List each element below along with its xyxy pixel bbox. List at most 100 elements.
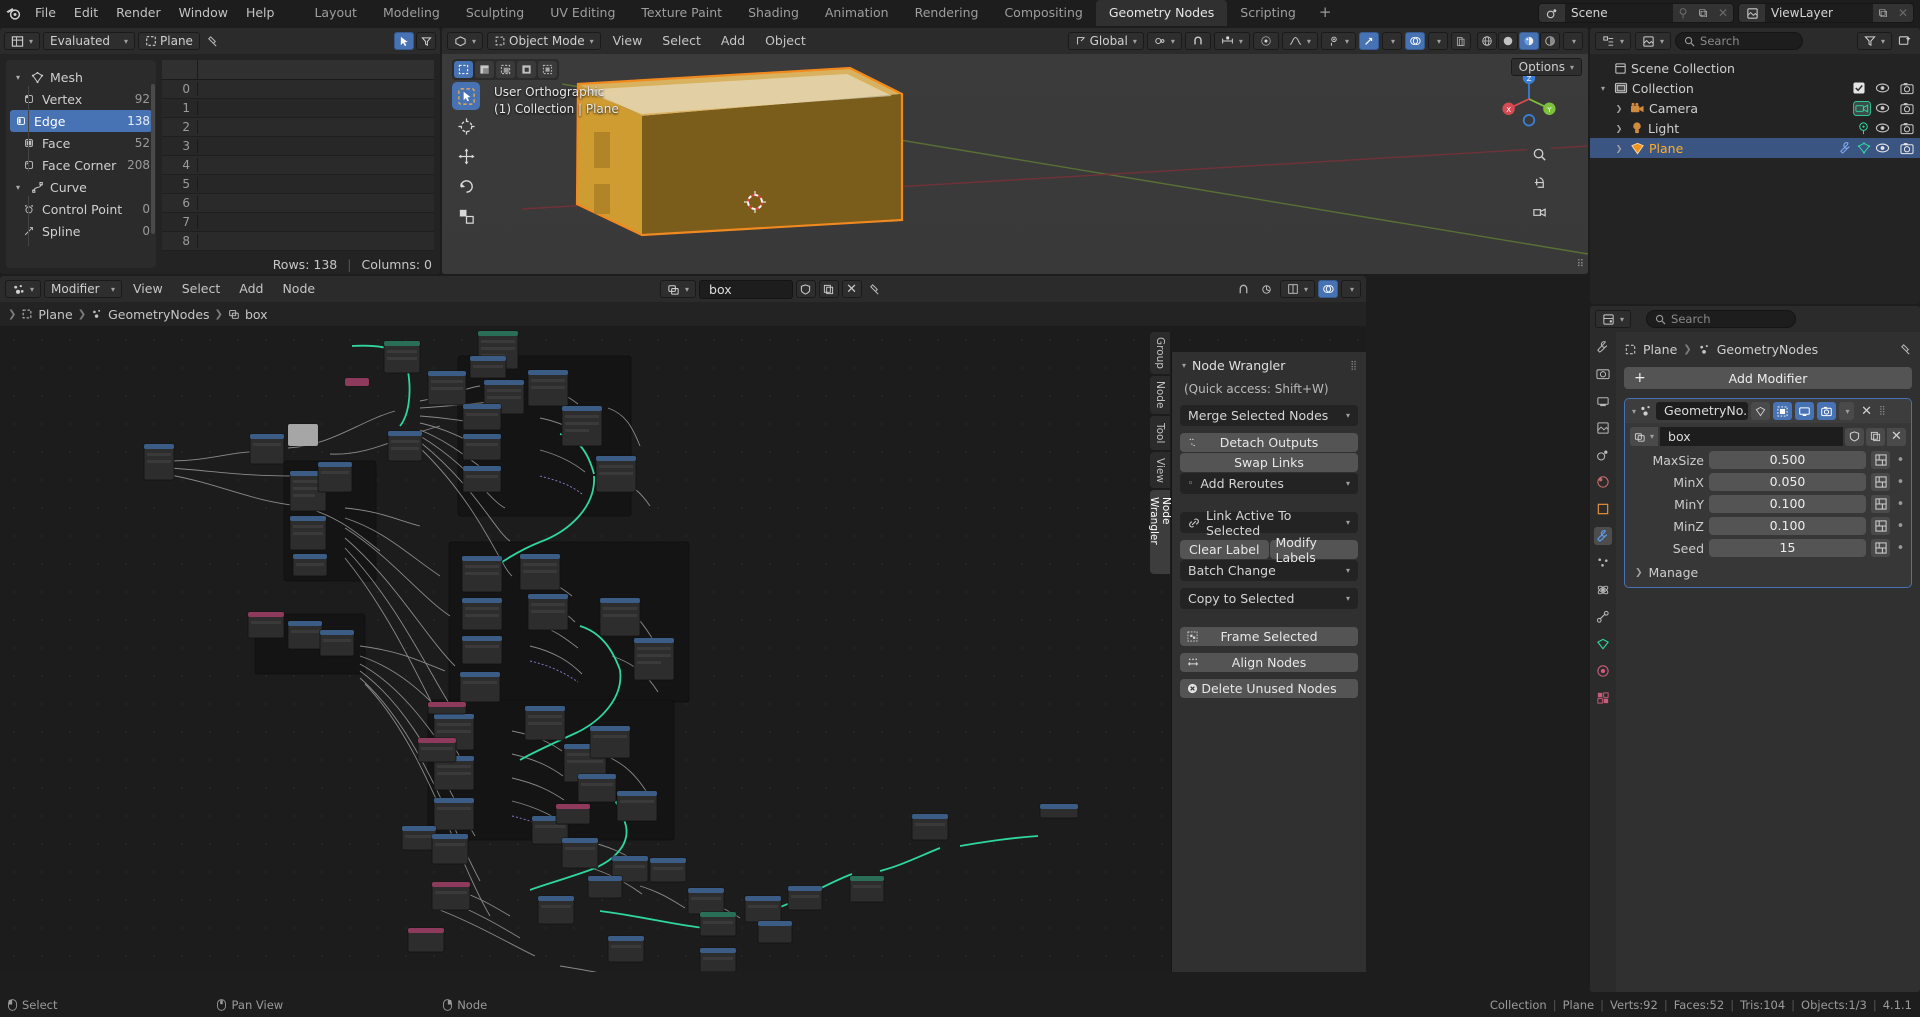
scene-delete-icon[interactable]: ✕ (1713, 4, 1733, 22)
table-row[interactable]: 8 (162, 232, 434, 251)
camera-render-icon[interactable] (1900, 142, 1914, 155)
overlays-icon[interactable] (1317, 280, 1338, 298)
add-reroutes-dropdown[interactable]: ◦ Add Reroutes ▾ (1180, 473, 1358, 494)
checkbox[interactable] (1853, 82, 1865, 94)
table-row[interactable]: 4 (162, 156, 434, 175)
scene-pin-icon[interactable]: ⚲ (1673, 4, 1693, 22)
viewlayer-selector[interactable]: ViewLayer ⧉ ✕ (1738, 3, 1914, 23)
cursor-tool[interactable] (452, 112, 480, 140)
viewport-menu-add[interactable]: Add (713, 31, 753, 51)
geometry-nodes-editor-icon[interactable]: ▾ (5, 280, 42, 298)
add-workspace-button[interactable]: + (1309, 0, 1342, 26)
filter-icon[interactable]: ▾ (1856, 32, 1892, 50)
menu-edit[interactable]: Edit (65, 0, 107, 26)
workspace-tab-scripting[interactable]: Scripting (1227, 0, 1309, 26)
camera-render-icon[interactable] (1900, 82, 1914, 95)
chevron-right-icon[interactable]: ❯ (1612, 124, 1626, 133)
fake-user-icon[interactable] (1845, 427, 1864, 446)
world-tab[interactable] (1594, 473, 1612, 491)
spreadsheet-grid[interactable]: 0 1 2 3 4 5 6 7 8 (162, 60, 434, 268)
workspace-tab-sculpting[interactable]: Sculpting (453, 0, 537, 26)
dataset-row-mesh[interactable]: ▾ Mesh (6, 66, 156, 88)
eye-icon[interactable] (1875, 122, 1890, 134)
animate-property-icon[interactable]: • (1895, 519, 1906, 534)
render-tab[interactable] (1594, 365, 1612, 383)
unlink-icon[interactable]: ✕ (841, 280, 862, 298)
node-menu-add[interactable]: Add (231, 279, 271, 299)
navigation-gizmo[interactable]: Z Y X (1498, 68, 1560, 130)
workspace-tab-texture-paint[interactable]: Texture Paint (628, 0, 735, 26)
eye-icon[interactable] (1875, 102, 1890, 114)
workspace-tab-animation[interactable]: Animation (812, 0, 902, 26)
workspace-tab-modeling[interactable]: Modeling (370, 0, 453, 26)
node-menu-view[interactable]: View (125, 279, 171, 299)
menu-file[interactable]: File (26, 0, 65, 26)
shading-solid-icon[interactable] (1497, 32, 1518, 50)
edit-mode-display-toggle[interactable] (1751, 402, 1771, 420)
gizmo-dropdown[interactable]: ▾ (1381, 32, 1402, 50)
chevron-right-icon[interactable]: ❯ (1612, 104, 1626, 113)
pin-icon[interactable] (1899, 343, 1912, 356)
outliner-editor-icon[interactable]: ▾ (1595, 32, 1632, 50)
chevron-down-icon[interactable]: ▾ (1632, 407, 1636, 416)
scene-icon[interactable] (1539, 4, 1565, 22)
breadcrumb-nodetree[interactable]: box (245, 307, 268, 322)
chevron-right-icon[interactable]: ❯ (1612, 144, 1626, 153)
viewlayer-duplicate-icon[interactable]: ⧉ (1873, 4, 1893, 22)
sidebar-tab-view[interactable]: View (1150, 452, 1170, 488)
overlays-dropdown[interactable]: ▾ (1340, 280, 1361, 298)
animate-property-icon[interactable]: • (1895, 475, 1906, 490)
falloff-curve-icon[interactable]: ▾ (1281, 32, 1318, 50)
menu-help[interactable]: Help (237, 0, 284, 26)
light-data-icon[interactable] (1850, 121, 1871, 136)
filter-icon[interactable] (416, 32, 436, 50)
outliner-row-collection[interactable]: ▾ Collection (1590, 78, 1920, 98)
data-tab[interactable] (1594, 635, 1612, 653)
spreadsheet-editor-icon[interactable]: ▾ (4, 32, 41, 50)
fake-user-icon[interactable] (795, 280, 816, 298)
viewport-resize-grip[interactable]: ⠿ (1577, 259, 1584, 270)
proportional-edit-icon[interactable] (1252, 32, 1279, 50)
cursor-select-icon[interactable] (394, 32, 414, 50)
link-active-to-selected-dropdown[interactable]: Link Active To Selected ▾ (1180, 508, 1358, 538)
snap-settings-icon[interactable] (1257, 280, 1277, 298)
viewlayer-name[interactable]: ViewLayer (1765, 4, 1873, 22)
scene-selector[interactable]: Scene ⚲ ⧉ ✕ (1538, 3, 1734, 23)
input-attribute-toggle-icon[interactable] (1871, 451, 1890, 469)
snap-settings-dropdown[interactable]: ▾ (1213, 32, 1250, 50)
scene-tab[interactable] (1594, 446, 1612, 464)
node-group-browse-button[interactable]: ▾ (1630, 427, 1659, 446)
duplicate-icon[interactable] (818, 280, 839, 298)
pin-icon[interactable] (865, 280, 885, 298)
sidebar-tab-node[interactable]: Node (1150, 376, 1170, 414)
table-row[interactable]: 2 (162, 118, 434, 137)
mesh-data-icon[interactable] (1857, 141, 1871, 155)
manage-section-toggle[interactable]: ❯ Manage (1625, 560, 1911, 580)
node-tree-icon[interactable]: ▾ (660, 280, 697, 298)
transform-orientation-dropdown[interactable]: Global ▾ (1067, 32, 1144, 50)
node-menu-select[interactable]: Select (174, 279, 229, 299)
frame-selected-button[interactable]: Frame Selected (1180, 627, 1358, 646)
modify-labels-button[interactable]: Modify Labels (1269, 535, 1358, 565)
tool-tab[interactable] (1594, 338, 1612, 356)
camera-view-icon[interactable] (1527, 200, 1551, 224)
viewport-display-toggle[interactable] (1795, 402, 1815, 420)
scene-duplicate-icon[interactable]: ⧉ (1693, 4, 1713, 22)
spreadsheet-tree-scrollbar[interactable] (151, 84, 155, 234)
search-input[interactable]: Search (1675, 32, 1804, 50)
shading-material-preview-icon[interactable] (1518, 32, 1539, 50)
clear-label-button[interactable]: Clear Label (1180, 540, 1269, 559)
object-mode-dropdown[interactable]: Object Mode ▾ (487, 32, 601, 50)
input-value[interactable]: 0.100 (1709, 517, 1866, 535)
snap-node-dropdown[interactable]: ▾ (1279, 280, 1315, 298)
overlays-dropdown[interactable]: ▾ (1427, 32, 1448, 50)
shading-wireframe-icon[interactable] (1476, 32, 1497, 50)
constraints-tab[interactable] (1594, 608, 1612, 626)
menu-window[interactable]: Window (170, 0, 237, 26)
node-wrangler-title[interactable]: ▾ Node Wrangler ⣿ (1180, 358, 1358, 373)
properties-search-input[interactable]: Search (1646, 310, 1797, 328)
sidebar-tab-group[interactable]: Group (1150, 332, 1170, 374)
delete-unused-nodes-button[interactable]: Delete Unused Nodes (1180, 679, 1358, 698)
node-group-name-field[interactable]: box (1660, 427, 1843, 446)
pan-view-icon[interactable] (1527, 171, 1551, 195)
